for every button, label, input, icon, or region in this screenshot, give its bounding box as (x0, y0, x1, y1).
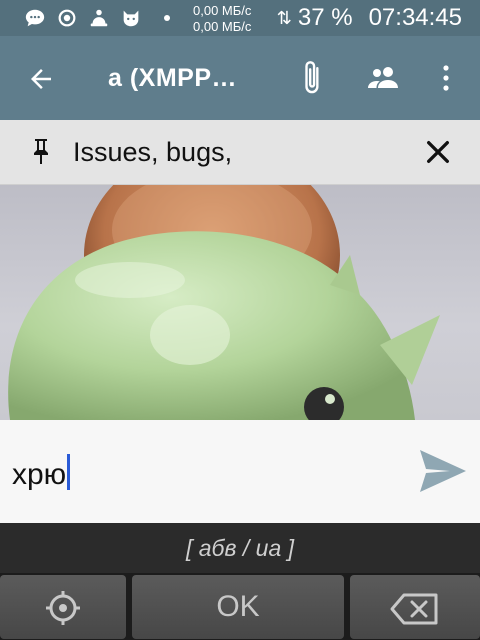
keyboard-settings-key[interactable] (0, 575, 126, 639)
cat-face-icon (123, 10, 139, 27)
network-speed: 0,00 МБ/с 0,00 МБ/с (193, 3, 251, 35)
message-photo[interactable] (0, 185, 480, 420)
net-upload: 0,00 МБ/с (193, 3, 252, 18)
close-icon[interactable] (424, 138, 452, 166)
notification-icons (24, 7, 170, 29)
participants-icon[interactable] (366, 64, 402, 92)
keyboard-ok-key[interactable]: OK (132, 575, 344, 639)
chat-title[interactable]: a (XMPP… (108, 64, 237, 93)
send-icon[interactable] (416, 446, 470, 496)
pinned-message-bar[interactable]: Issues, bugs, (0, 120, 480, 185)
clock: 07:34:45 (368, 4, 462, 31)
message-input[interactable]: хрю (12, 454, 71, 492)
text-caret (67, 454, 71, 490)
pin-icon (34, 139, 48, 164)
more-notifications-dot (164, 15, 170, 21)
keyboard-layout-strip: [ абв / ua ] (0, 523, 480, 573)
bell-person-icon (90, 9, 108, 27)
net-download: 0,00 МБ/с (193, 19, 252, 34)
backspace-icon (390, 593, 438, 625)
data-arrows-icon: ⇅ (276, 8, 292, 28)
record-icon (58, 9, 76, 27)
keyboard-backspace-key[interactable] (350, 575, 480, 639)
chat-bubble-icon (25, 9, 45, 27)
message-composer: хрю (0, 420, 480, 523)
back-arrow-icon[interactable] (26, 64, 56, 94)
attachment-paperclip-icon[interactable] (300, 58, 326, 98)
keyboard-bottom-row: OK (0, 573, 480, 640)
pig-figurine-image (8, 185, 440, 420)
keyboard-layout-hint[interactable]: [ абв / ua ] (0, 535, 480, 562)
app-bar: a (XMPP… (0, 36, 480, 120)
status-bar: 0,00 МБ/с 0,00 МБ/с ⇅ 37 % 07:34:45 (0, 0, 480, 36)
pinned-message-text[interactable]: Issues, bugs, (73, 137, 232, 168)
status-right: ⇅ 37 % 07:34:45 (277, 4, 462, 32)
gear-icon (46, 591, 80, 625)
overflow-menu-icon[interactable] (436, 62, 456, 94)
battery-level: 37 % (297, 4, 353, 31)
ok-label: OK (216, 590, 260, 623)
message-input-value: хрю (12, 458, 67, 491)
